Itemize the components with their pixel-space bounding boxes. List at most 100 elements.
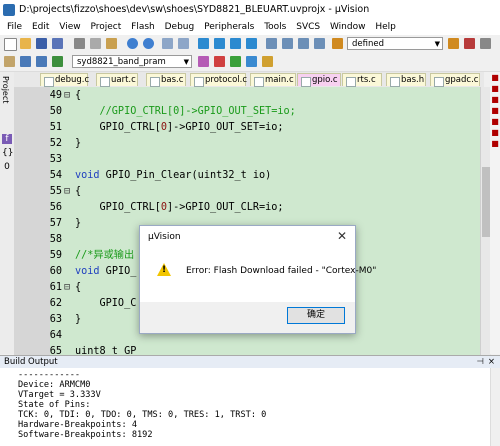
line-number: 51 [49,122,62,133]
main-toolbar: defined ▼ [0,35,500,54]
code-line[interactable]: 52} [14,136,480,152]
rebuild-icon[interactable] [36,56,47,67]
menu-flash[interactable]: Flash [131,20,155,35]
code-line[interactable]: 49 ⊟ { [14,88,480,104]
tab-debug-c[interactable]: debug.c [40,73,89,87]
right-panel-marker: ■ [491,139,499,148]
fold-toggle-icon[interactable]: ⊟ [64,280,70,296]
translate-icon[interactable] [4,56,15,67]
line-number: 57 [49,218,62,229]
redo-icon[interactable] [143,38,154,49]
build-icon[interactable] [20,56,31,67]
tab-gpio-c[interactable]: gpio.c [297,73,341,87]
build-output-scrollbar[interactable] [490,368,500,446]
clear-bookmarks-icon[interactable] [246,38,257,49]
tab-rts-c[interactable]: rts.c [342,73,382,87]
line-number: 60 [49,266,62,277]
unindent-icon[interactable] [282,38,293,49]
paste-icon[interactable] [106,38,117,49]
braces-icon[interactable]: {} [2,148,13,158]
save-all-icon[interactable] [52,38,63,49]
functions-icon[interactable]: f [2,134,12,144]
nav-back-icon[interactable] [162,38,173,49]
tab-label: uart.c [111,75,136,85]
books-icon[interactable] [262,56,273,67]
code-text: //GPIO_CTRL[0]->GPIO_OUT_SET=io; [75,106,296,117]
project-panel-strip[interactable]: Project f {} 0 [0,72,15,354]
target-options-icon[interactable] [198,56,209,67]
right-panel-marker: ■ [491,73,499,82]
build-output-line: TCK: 0, TDI: 0, TDO: 0, TMS: 0, TRES: 1,… [18,410,267,420]
editor-scrollbar-thumb[interactable] [482,167,490,237]
fold-toggle-icon[interactable]: ⊟ [64,184,70,200]
target-select[interactable]: syd8821_band_pram ▼ [72,55,192,68]
debug-icon[interactable] [464,38,475,49]
find-icon[interactable] [448,38,459,49]
menu-svcs[interactable]: SVCS [296,20,320,35]
close-icon[interactable]: × [488,356,495,368]
tab-main-c[interactable]: main.c [250,73,296,87]
menu-tools[interactable]: Tools [264,20,286,35]
menu-file[interactable]: File [7,20,22,35]
prev-bookmark-icon[interactable] [214,38,225,49]
menu-peripherals[interactable]: Peripherals [204,20,254,35]
manage-components-icon[interactable] [214,56,225,67]
code-line[interactable]: 65 uint8_t GP [14,344,480,355]
settings-icon[interactable] [480,38,491,49]
tab-label: bas.h [401,75,425,85]
menu-help[interactable]: Help [375,20,396,35]
menu-debug[interactable]: Debug [165,20,195,35]
line-number: 53 [49,154,62,165]
tab-gpadc-c[interactable]: gpadc.c [430,73,480,87]
code-text: uint8_t GP [75,346,137,355]
tab-bas-h[interactable]: bas.h [386,73,426,87]
find-combo[interactable]: defined ▼ [347,37,443,50]
comment-icon[interactable] [298,38,309,49]
dialog-title: µVision [148,232,181,242]
fold-toggle-icon[interactable]: ⊟ [64,88,70,104]
copy-icon[interactable] [90,38,101,49]
nav-forward-icon[interactable] [178,38,189,49]
code-line[interactable]: 55 ⊟ { [14,184,480,200]
menu-project[interactable]: Project [90,20,121,35]
right-panel-marker: ■ [491,95,499,104]
tab-bas-c[interactable]: bas.c [146,73,186,87]
code-line[interactable]: 50 //GPIO_CTRL[0]->GPIO_OUT_SET=io; [14,104,480,120]
code-text: } [75,138,82,149]
tab-uart-c[interactable]: uart.c [96,73,138,87]
line-number: 62 [49,298,62,309]
code-line[interactable]: 54 void GPIO_Pin_Clear(uint32_t io) [14,168,480,184]
uncomment-icon[interactable] [314,38,325,49]
menu-edit[interactable]: Edit [32,20,49,35]
tab-label: bas.c [161,75,184,85]
menu-window[interactable]: Window [330,20,366,35]
cut-icon[interactable] [74,38,85,49]
code-line[interactable]: 56 GPIO_CTRL[0]->GPIO_OUT_CLR=io; [14,200,480,216]
code-text: } [75,218,82,229]
build-output-line: VTarget = 3.333V [18,390,101,400]
packs-icon[interactable] [246,56,257,67]
undo-icon[interactable] [127,38,138,49]
line-number: 55 [49,186,62,197]
close-icon[interactable]: ✕ [337,229,347,243]
pin-icon[interactable]: ⊣ [477,356,484,368]
indent-icon[interactable] [266,38,277,49]
download-icon[interactable] [52,56,63,67]
code-text: //*异或输出 [75,250,135,261]
menu-view[interactable]: View [59,20,80,35]
save-icon[interactable] [36,38,47,49]
ok-button[interactable]: 确定 [287,307,345,324]
warning-mark: ! [162,265,167,275]
tab-protocol-c[interactable]: protocol.c [190,73,247,87]
code-line[interactable]: 51 GPIO_CTRL[0]->GPIO_OUT_SET=io; [14,120,480,136]
new-file-icon[interactable] [4,38,17,51]
line-number: 63 [49,314,62,325]
code-line[interactable]: 53 [14,152,480,168]
templates-icon[interactable]: 0 [2,162,12,172]
right-panel-strip[interactable]: ■ ■ ■ ■ ■ ■ ■ [490,72,500,354]
rte-icon[interactable] [230,56,241,67]
open-folder-icon[interactable] [20,38,31,49]
find-in-files-icon[interactable] [332,38,343,49]
bookmark-icon[interactable] [198,38,209,49]
next-bookmark-icon[interactable] [230,38,241,49]
